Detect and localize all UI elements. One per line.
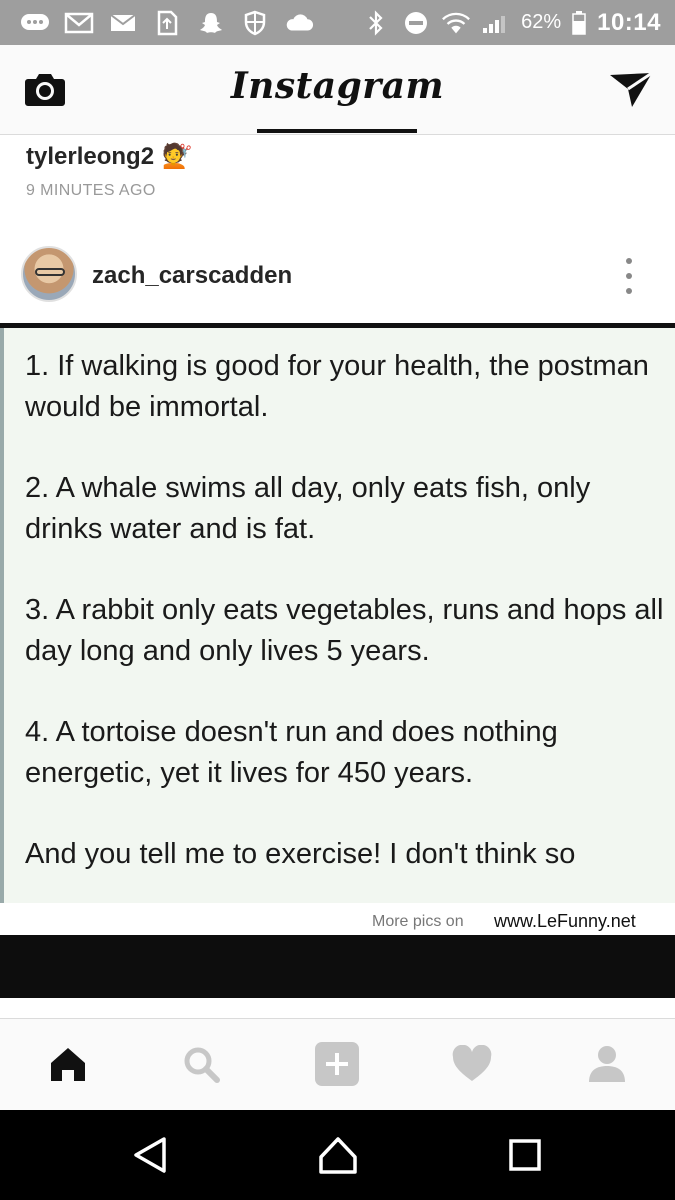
status-bar: 62% 10:14 [0,0,675,45]
post-text-item-4: 4. A tortoise doesn't run and does nothi… [25,716,558,789]
snapchat-icon [196,11,226,35]
sharer-row: tylerleong2 💇 [26,142,192,171]
post-timestamp: 9 MINUTES AGO [26,182,156,199]
app-logo[interactable]: Instagram [0,65,675,107]
watermark-site: www.LeFunny.net [494,911,636,931]
sim-icon [152,10,182,35]
post-text-item-1: 1. If walking is good for your health, t… [25,350,649,423]
image-bottom-band [0,935,675,998]
post-username[interactable]: zach_carscadden [92,262,292,290]
search-icon[interactable] [178,1041,224,1087]
signal-icon [481,11,511,35]
back-icon[interactable] [125,1132,175,1178]
recents-icon[interactable] [500,1132,550,1178]
bottom-nav [0,1018,675,1110]
battery-icon [571,10,587,35]
profile-icon[interactable] [584,1041,630,1087]
mail-icon [108,11,138,35]
haircut-emoji-icon: 💇 [162,143,192,170]
avatar[interactable] [21,246,77,302]
app-header: Instagram [0,45,675,135]
system-navigation-bar [0,1110,675,1200]
bluetooth-icon [361,9,391,36]
wifi-icon [441,11,471,35]
post-text-closing: And you tell me to exercise! I don't thi… [25,838,576,870]
battery-percent: 62% [521,11,562,33]
post-header: zach_carscadden [0,238,675,318]
cloud-icon [284,11,314,35]
notification-icons [0,10,314,35]
home-icon[interactable] [45,1041,91,1087]
logo-underline [257,129,417,133]
watermark-prefix: More pics on [372,913,464,930]
chat-icon [20,11,50,35]
post-image[interactable]: 1. If walking is good for your health, t… [0,323,675,940]
post-image-text: 1. If walking is good for your health, t… [25,346,665,875]
system-indicators: 62% 10:14 [361,9,675,37]
gmail-icon [64,11,94,35]
post-text-item-2: 2. A whale swims all day, only eats fish… [25,472,591,545]
home-circle-icon[interactable] [313,1132,363,1178]
direct-send-icon[interactable] [608,71,654,109]
more-options-icon[interactable] [624,258,634,294]
dnd-icon [401,11,431,35]
heart-icon[interactable] [449,1041,495,1087]
shield-icon [240,10,270,35]
post-text-item-3: 3. A rabbit only eats vegetables, runs a… [25,594,664,667]
clock: 10:14 [597,8,661,36]
sharer-username[interactable]: tylerleong2 [26,143,154,171]
add-post-icon[interactable] [314,1041,360,1087]
